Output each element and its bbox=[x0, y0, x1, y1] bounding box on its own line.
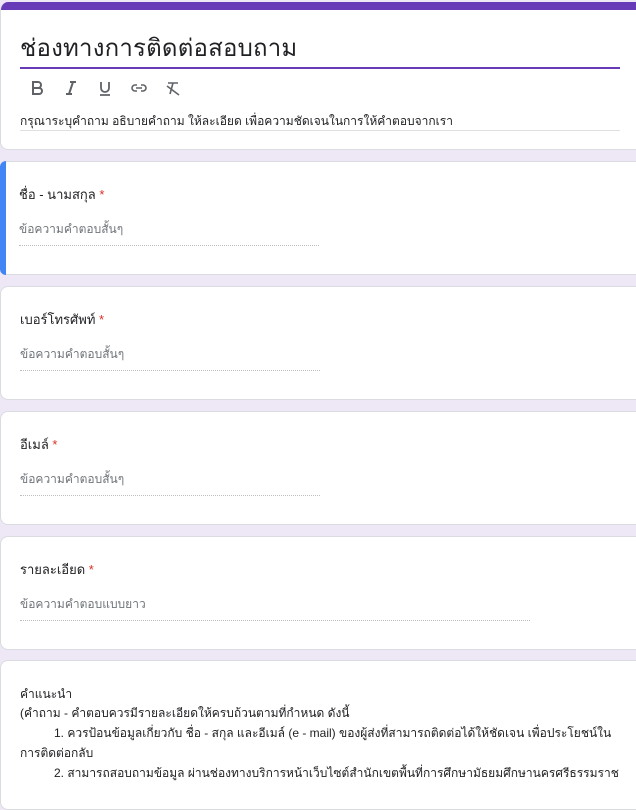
instructions-body: (คำถาม - คำตอบควรมีรายละเอียดให้ครบถ้วนต… bbox=[20, 703, 620, 783]
format-toolbar bbox=[20, 76, 190, 100]
accent-bar bbox=[1, 2, 636, 10]
question-card-details[interactable]: รายละเอียด * ข้อความคำตอบแบบยาว bbox=[0, 536, 636, 650]
instructions-line: (คำถาม - คำตอบควรมีรายละเอียดให้ครบถ้วนต… bbox=[20, 706, 350, 720]
short-answer-placeholder: ข้อความคำตอบสั้นๆ bbox=[20, 470, 320, 496]
question-label: ชื่อ - นามสกุล * bbox=[19, 187, 105, 202]
question-card-name[interactable]: ชื่อ - นามสกุล * ข้อความคำตอบสั้นๆ bbox=[0, 161, 636, 275]
form-title[interactable]: ช่องทางการติดต่อสอบถาม bbox=[20, 28, 297, 67]
italic-icon[interactable] bbox=[54, 76, 88, 100]
required-mark: * bbox=[52, 437, 58, 452]
required-mark: * bbox=[99, 312, 105, 327]
description-underline bbox=[20, 130, 620, 131]
instructions-card[interactable]: คำแนะนำ (คำถาม - คำตอบควรมีรายละเอียดให้… bbox=[0, 660, 636, 810]
form-title-card: ช่องทางการติดต่อสอบถาม กรุณาระบุคำถาม อธ… bbox=[0, 2, 636, 150]
form-description[interactable]: กรุณาระบุคำถาม อธิบายคำถาม ให้ละเอียด เพ… bbox=[20, 112, 453, 131]
title-underline bbox=[20, 67, 620, 69]
long-answer-placeholder: ข้อความคำตอบแบบยาว bbox=[20, 595, 530, 621]
underline-icon[interactable] bbox=[88, 76, 122, 100]
required-mark: * bbox=[99, 187, 105, 202]
link-icon[interactable] bbox=[122, 76, 156, 100]
question-label: อีเมล์ * bbox=[20, 437, 58, 452]
question-card-phone[interactable]: เบอร์โทรศัพท์ * ข้อความคำตอบสั้นๆ bbox=[0, 286, 636, 400]
question-label: รายละเอียด * bbox=[20, 562, 94, 577]
required-mark: * bbox=[88, 562, 94, 577]
instructions-heading: คำแนะนำ bbox=[20, 687, 73, 701]
question-card-email[interactable]: อีเมล์ * ข้อความคำตอบสั้นๆ bbox=[0, 411, 636, 525]
instructions-line: 1. ควรป้อนข้อมูลเกี่ยวกับ ชื่อ - สกุล แล… bbox=[20, 726, 612, 760]
short-answer-placeholder: ข้อความคำตอบสั้นๆ bbox=[19, 220, 319, 246]
bold-icon[interactable] bbox=[20, 76, 54, 100]
short-answer-placeholder: ข้อความคำตอบสั้นๆ bbox=[20, 345, 320, 371]
instructions-line: 2. สามารถสอบถามข้อมูล ผ่านช่องทางบริการห… bbox=[54, 766, 619, 780]
clear-format-icon[interactable] bbox=[156, 76, 190, 100]
question-label: เบอร์โทรศัพท์ * bbox=[20, 312, 105, 327]
